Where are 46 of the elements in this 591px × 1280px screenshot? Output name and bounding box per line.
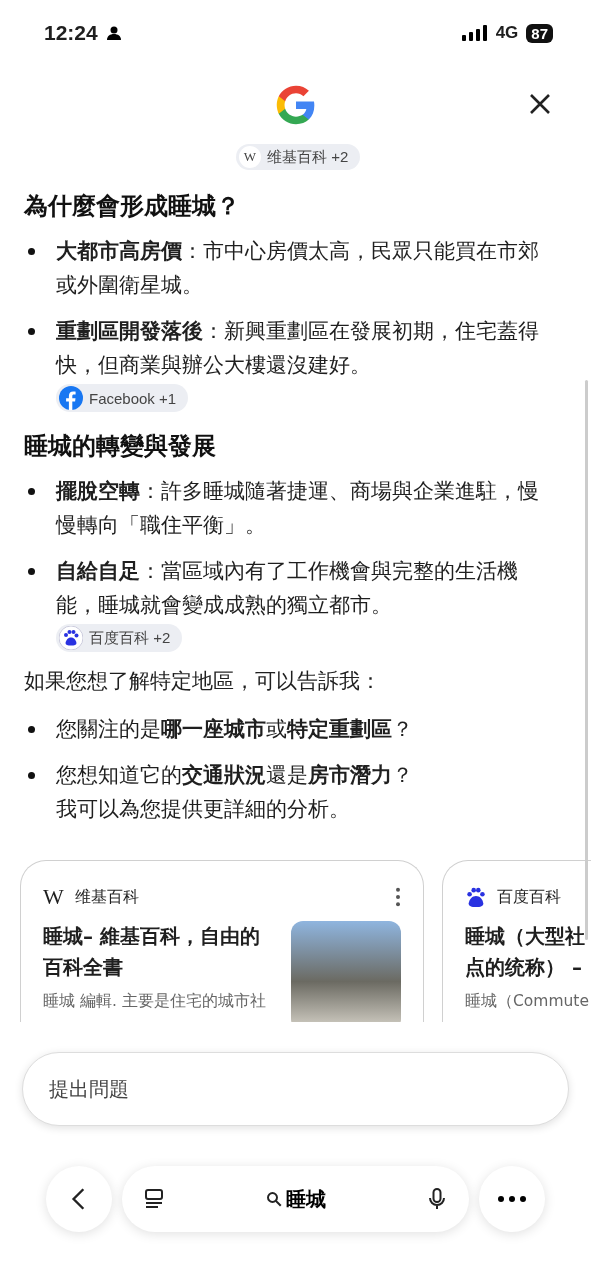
w-logo: W bbox=[239, 146, 261, 168]
close-icon bbox=[528, 92, 552, 116]
search-query-button[interactable]: 睡城 bbox=[261, 1181, 330, 1217]
source-chip[interactable]: W 维基百科 +2 bbox=[236, 144, 361, 170]
bullet-text: 擺脫空轉：許多睡城隨著捷運、商場與企業進駐，慢慢轉向「職住平衡」。 bbox=[56, 478, 540, 539]
bullet-text: 自給自足：當區域內有了工作機會與完整的生活機能，睡城就會變成成熟的獨立都市。 bbox=[56, 558, 519, 619]
bullet-text: 您想知道它的交通狀況還是房市潛力？ bbox=[56, 762, 413, 789]
bullet-dot bbox=[28, 488, 35, 495]
source-chip[interactable]: 百度百科 +2 bbox=[56, 624, 183, 652]
signal-icon bbox=[461, 25, 488, 41]
bullet-dot bbox=[28, 568, 35, 575]
w-logo: W bbox=[43, 884, 65, 910]
status-time: 12:24 bbox=[44, 21, 98, 45]
section-heading: 睡城的轉變與發展 bbox=[24, 431, 217, 462]
bullet-text: 我可以為您提供更詳細的分析。 bbox=[56, 796, 350, 823]
bullet-dot bbox=[28, 726, 35, 733]
list-icon[interactable] bbox=[142, 1187, 166, 1211]
search-icon bbox=[265, 1190, 283, 1208]
source-name: 百度百科 bbox=[497, 886, 562, 908]
card-title: 睡城（大型社点的统称） – bbox=[465, 923, 586, 981]
card-title: 睡城– 維基百科，自由的百科全書 bbox=[43, 923, 261, 981]
paw-icon bbox=[59, 626, 83, 650]
card-snippet: 睡城 編輯. 主要是住宅的城市社 bbox=[43, 991, 267, 1012]
chip-label: Facebook +1 bbox=[89, 389, 177, 407]
paw-icon bbox=[465, 886, 487, 908]
section-heading: 為什麼會形成睡城？ bbox=[24, 191, 241, 222]
more-icon[interactable] bbox=[395, 887, 401, 907]
bullet-dot bbox=[28, 772, 35, 779]
f-logo-icon bbox=[59, 386, 83, 410]
bullet-text: 重劃區開發落後：新興重劃區在發展初期，住宅蓋得快，但商業與辦公大樓還沒建好。 bbox=[56, 318, 540, 379]
person-icon bbox=[105, 25, 122, 41]
ask-field[interactable]: 提出問題 bbox=[22, 1052, 569, 1126]
bullet-dot bbox=[28, 328, 35, 335]
source-name: 维基百科 bbox=[75, 886, 140, 908]
chip-label: 维基百科 +2 bbox=[267, 147, 349, 167]
intro-text: 如果您想了解特定地區，可以告訴我： bbox=[24, 668, 382, 695]
bullet-dot bbox=[28, 248, 35, 255]
more-icon bbox=[497, 1195, 527, 1203]
chip-label: 百度百科 +2 bbox=[89, 628, 171, 648]
network-label: 4G bbox=[495, 23, 519, 43]
card-snippet: 睡城（Commute bbox=[465, 991, 589, 1012]
source-chip[interactable]: Facebook +1 bbox=[56, 384, 189, 412]
bullet-text: 大都市高房價：市中心房價太高，民眾只能買在市郊或外圍衛星城。 bbox=[56, 238, 540, 299]
result-card[interactable]: W 维基百科 睡城– 維基百科，自由的百科全書 睡城 編輯. 主要是住宅的城市社 bbox=[20, 860, 424, 1022]
battery-level: 87 bbox=[526, 23, 553, 43]
bullet-text: 您關注的是哪一座城市或特定重劃區？ bbox=[56, 716, 413, 743]
